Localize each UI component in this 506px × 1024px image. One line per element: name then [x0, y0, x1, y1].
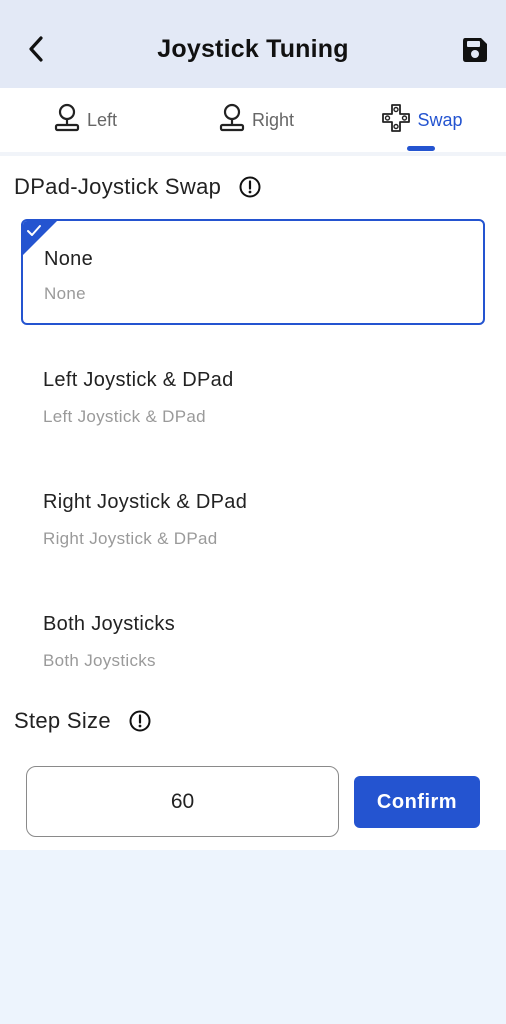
option-subtitle: None	[44, 284, 86, 303]
swap-option-both-joysticks[interactable]: Both Joysticks Both Joysticks	[21, 585, 485, 691]
active-tab-indicator	[407, 146, 435, 151]
step-size-title: Step Size	[14, 708, 111, 733]
option-title: Right Joystick & DPad	[43, 491, 248, 513]
tab-swap-label: Swap	[417, 109, 463, 130]
info-icon[interactable]	[239, 176, 261, 198]
page-title: Joystick Tuning	[157, 35, 349, 63]
floppy-disk-icon	[462, 37, 488, 68]
option-title: Left Joystick & DPad	[43, 369, 234, 391]
option-title: Both Joysticks	[43, 613, 176, 635]
step-size-input[interactable]: 60	[26, 766, 339, 837]
swap-section-header: DPad-Joystick Swap	[14, 174, 261, 200]
tab-left-label: Left	[86, 109, 118, 130]
option-title: None	[44, 248, 94, 270]
swap-option-right-joystick-dpad[interactable]: Right Joystick & DPad Right Joystick & D…	[21, 463, 485, 569]
tab-left[interactable]: Left	[40, 88, 130, 152]
option-subtitle: Both Joysticks	[43, 651, 156, 670]
tab-right-label: Right	[251, 109, 295, 130]
save-button[interactable]	[460, 37, 490, 67]
option-subtitle: Left Joystick & DPad	[43, 407, 206, 426]
swap-content-panel: DPad-Joystick Swap None None Left Joysti…	[0, 156, 506, 850]
tab-swap[interactable]: Swap	[372, 88, 472, 152]
step-size-section-header: Step Size	[14, 708, 151, 734]
joystick-icon	[53, 103, 81, 138]
app-screen: Joystick Tuning Left Right Swap DPad-Joy…	[0, 0, 506, 1024]
dpad-icon	[381, 103, 411, 138]
joystick-icon	[218, 103, 246, 138]
swap-option-left-joystick-dpad[interactable]: Left Joystick & DPad Left Joystick & DPa…	[21, 341, 485, 447]
option-subtitle: Right Joystick & DPad	[43, 529, 218, 548]
confirm-button[interactable]: Confirm	[354, 776, 480, 828]
app-header: Joystick Tuning	[0, 0, 506, 88]
tab-bar: Left Right Swap	[0, 88, 506, 152]
swap-option-none[interactable]: None None	[21, 219, 485, 325]
checkmark-icon	[26, 224, 42, 238]
tab-right[interactable]: Right	[206, 88, 306, 152]
info-icon[interactable]	[129, 710, 151, 732]
swap-section-title: DPad-Joystick Swap	[14, 174, 222, 199]
